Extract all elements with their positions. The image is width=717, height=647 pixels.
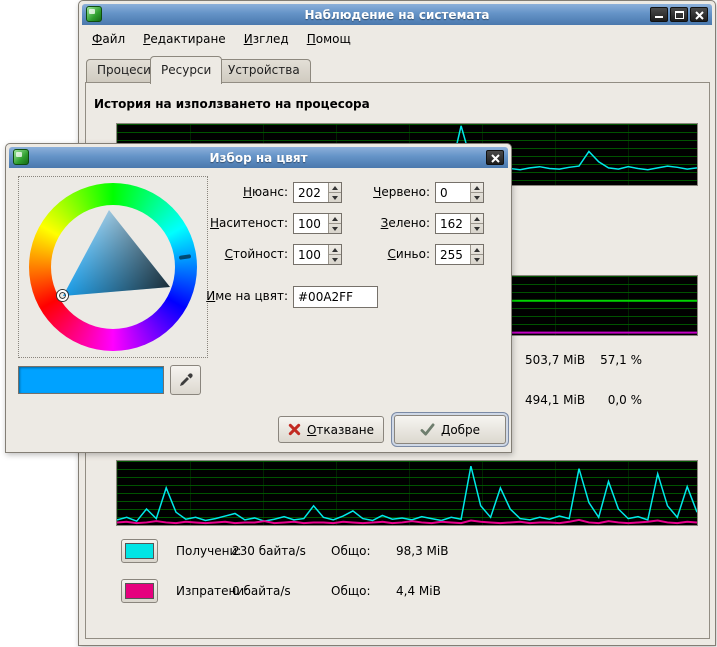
color-selector-cursor[interactable]	[57, 290, 68, 301]
ok-button-label: Добре	[441, 423, 480, 437]
close-icon	[491, 154, 500, 163]
arrow-down-icon	[474, 196, 480, 200]
close-icon	[695, 11, 704, 20]
sent-rate: 0 байта/s	[232, 584, 291, 598]
arrow-up-icon	[474, 186, 480, 190]
dialog-title: Избор на цвят	[9, 151, 508, 165]
received-color-button[interactable]	[121, 539, 158, 563]
blue-spinbutton[interactable]: 255	[435, 244, 484, 265]
menu-file[interactable]: Файл	[83, 30, 134, 48]
ok-check-icon	[420, 423, 435, 436]
color-picker-dialog: Избор на цвят Нюанс: 202 Наситеност: 100…	[5, 143, 512, 453]
received-color-swatch	[125, 543, 154, 559]
tab-resources[interactable]: Ресурси	[150, 56, 222, 84]
sent-total: 4,4 MiB	[396, 584, 441, 598]
menubar: Файл Редактиране Изглед Помощ	[83, 28, 360, 50]
spin-up-button[interactable]	[471, 183, 483, 192]
sent-color-swatch	[125, 583, 154, 599]
arrow-down-icon	[474, 227, 480, 231]
cancel-button-label: Отказване	[307, 423, 374, 437]
color-wheel-frame	[18, 176, 208, 358]
dialog-close-button[interactable]	[486, 150, 504, 165]
maximize-icon	[675, 11, 684, 19]
ok-button[interactable]: Добре	[394, 415, 506, 444]
color-name-input[interactable]: #00A2FF	[293, 286, 378, 308]
menu-help[interactable]: Помощ	[298, 30, 360, 48]
received-total: 98,3 MiB	[396, 544, 448, 558]
received-total-label: Общо:	[331, 544, 371, 558]
minimize-button[interactable]	[650, 7, 668, 22]
cancel-button[interactable]: Отказване	[278, 416, 384, 443]
value-spinbutton[interactable]: 100	[293, 244, 342, 265]
tab-devices[interactable]: Устройства	[217, 59, 311, 83]
close-button[interactable]	[690, 7, 708, 22]
red-spinbutton[interactable]: 0	[435, 182, 484, 203]
value-value[interactable]: 100	[294, 245, 328, 264]
swap-percent: 0,0 %	[582, 393, 642, 407]
blue-value[interactable]: 255	[436, 245, 470, 264]
arrow-down-icon	[474, 258, 480, 262]
memory-amount: 503,7 MiB	[525, 353, 585, 367]
eyedropper-button[interactable]	[170, 365, 201, 395]
cpu-history-heading: История на използването на процесора	[94, 97, 370, 111]
main-window-title: Наблюдение на системата	[82, 8, 712, 22]
hue-value[interactable]: 202	[294, 183, 328, 202]
blue-label: Синьо:	[336, 244, 430, 261]
spin-down-button[interactable]	[471, 192, 483, 202]
hue-ring[interactable]	[29, 183, 197, 351]
spin-up-button[interactable]	[471, 214, 483, 223]
red-value[interactable]: 0	[436, 183, 470, 202]
hue-label: Нюанс:	[166, 182, 288, 199]
sent-color-button[interactable]	[121, 579, 158, 603]
arrow-up-icon	[474, 217, 480, 221]
spin-down-button[interactable]	[471, 223, 483, 233]
eyedropper-icon	[178, 372, 194, 388]
green-value[interactable]: 162	[436, 214, 470, 233]
color-name-label: Име на цвят:	[166, 286, 288, 303]
network-history-chart	[116, 460, 698, 526]
minimize-icon	[655, 16, 663, 18]
green-spinbutton[interactable]: 162	[435, 213, 484, 234]
dialog-titlebar[interactable]: Избор на цвят	[9, 147, 508, 168]
spin-up-button[interactable]	[471, 245, 483, 254]
maximize-button[interactable]	[670, 7, 688, 22]
arrow-up-icon	[474, 248, 480, 252]
green-label: Зелено:	[336, 213, 430, 230]
saturation-label: Наситеност:	[166, 213, 288, 230]
value-label: Стойност:	[166, 244, 288, 261]
received-rate: 230 байта/s	[232, 544, 306, 558]
saturation-value[interactable]: 100	[294, 214, 328, 233]
red-label: Червено:	[336, 182, 430, 199]
menu-edit[interactable]: Редактиране	[134, 30, 235, 48]
color-preview	[18, 366, 164, 394]
cancel-x-icon	[288, 423, 301, 436]
swap-amount: 494,1 MiB	[525, 393, 585, 407]
spin-down-button[interactable]	[471, 254, 483, 264]
menu-view[interactable]: Изглед	[235, 30, 298, 48]
sent-total-label: Общо:	[331, 584, 371, 598]
saturation-spinbutton[interactable]: 100	[293, 213, 342, 234]
main-titlebar[interactable]: Наблюдение на системата	[82, 4, 712, 25]
memory-percent: 57,1 %	[582, 353, 642, 367]
hue-spinbutton[interactable]: 202	[293, 182, 342, 203]
